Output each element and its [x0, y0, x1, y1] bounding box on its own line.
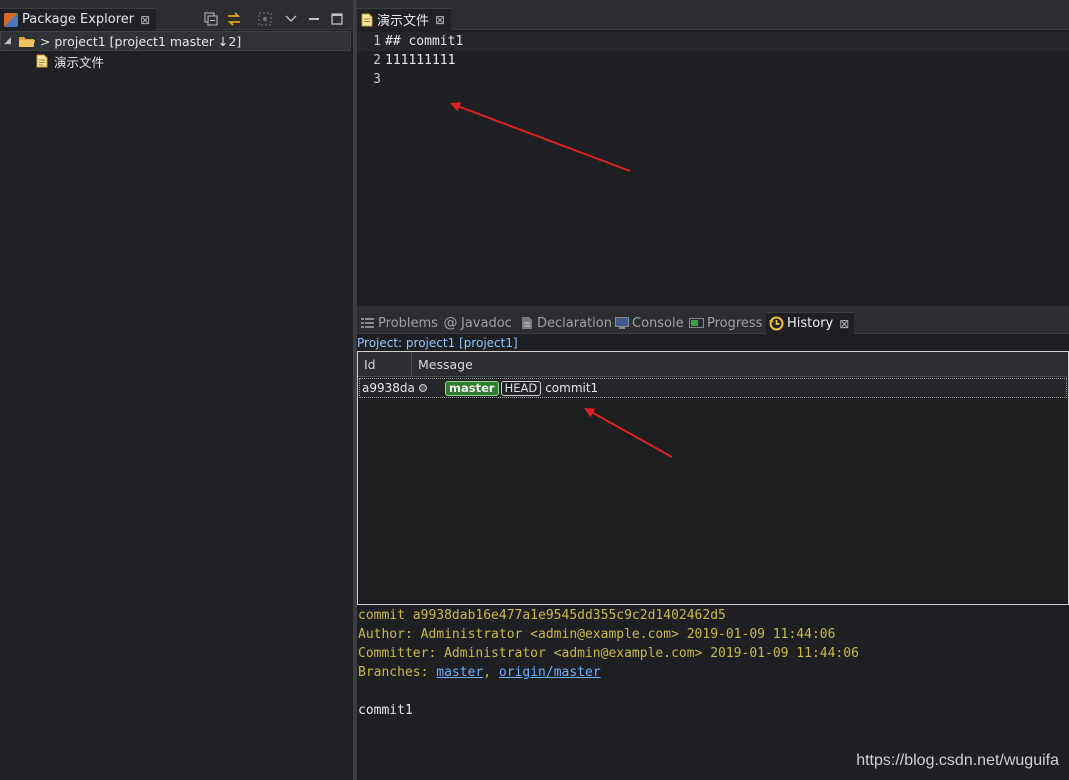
- line-text: 111111111: [385, 53, 456, 68]
- commit-message: commit1: [545, 381, 599, 395]
- project-label: > project1 [project1 master ↓2]: [39, 33, 242, 49]
- branch-separator: ,: [483, 665, 499, 680]
- tab-declaration[interactable]: Declaration: [519, 312, 612, 334]
- bottom-tabbar: Problems @ Javadoc Declaration Console P…: [357, 310, 1069, 334]
- tab-progress[interactable]: Progress: [689, 312, 762, 334]
- tab-label: 演示文件: [377, 14, 430, 29]
- commit-id: a9938da: [362, 381, 415, 395]
- text-file-icon: [361, 13, 373, 27]
- tree-item-file[interactable]: 演示文件: [0, 51, 351, 71]
- detail-commit-hash: commit a9938dab16e477a1e9545dd355c9c2d14…: [358, 608, 726, 623]
- bottom-panel: Problems @ Javadoc Declaration Console P…: [357, 310, 1069, 780]
- problems-icon: [360, 316, 375, 331]
- tab-package-explorer[interactable]: Package Explorer ⊠: [0, 8, 157, 30]
- package-explorer-view: Package Explorer ⊠ ◢ > project1 [project…: [0, 0, 353, 780]
- tab-label: Declaration: [537, 315, 612, 331]
- line-number: 3: [373, 72, 381, 87]
- column-header-message[interactable]: Message: [412, 352, 1068, 377]
- history-table[interactable]: Id Message a9938da master HEAD commit1: [357, 351, 1069, 605]
- ref-badge-head: HEAD: [500, 380, 542, 396]
- progress-icon: [689, 316, 704, 331]
- line-number: 2: [373, 53, 381, 68]
- table-row[interactable]: a9938da master HEAD commit1: [359, 378, 1067, 398]
- watermark-text: https://blog.csdn.net/wuguifa: [856, 752, 1059, 769]
- editor-area: 演示文件 ⊠ 1 ## commit1 2 111111111 3: [357, 0, 1069, 306]
- tab-label: Console: [632, 315, 684, 331]
- view-menu-icon[interactable]: [283, 11, 299, 27]
- commit-details: commit a9938dab16e477a1e9545dd355c9c2d14…: [358, 606, 1068, 756]
- branch-link-master[interactable]: master: [436, 665, 483, 680]
- detail-author: Author: Administrator <admin@example.com…: [358, 627, 836, 642]
- tab-editor-file[interactable]: 演示文件 ⊠: [357, 8, 452, 30]
- tab-problems[interactable]: Problems: [360, 312, 438, 334]
- close-icon[interactable]: ⊠: [839, 317, 849, 331]
- branch-badge-master: master: [445, 380, 499, 396]
- line-text: ## commit1: [385, 34, 464, 49]
- file-label: 演示文件: [54, 54, 105, 70]
- column-header-id[interactable]: Id: [358, 352, 412, 377]
- text-file-icon: [36, 54, 48, 68]
- branch-link-origin-master[interactable]: origin/master: [499, 665, 601, 680]
- detail-branches: Branches: master, origin/master: [358, 663, 601, 682]
- tab-label: Package Explorer: [22, 12, 135, 27]
- text-editor[interactable]: 1 ## commit1 2 111111111 3: [357, 31, 1069, 306]
- code-line[interactable]: 2 111111111: [357, 51, 1069, 70]
- declaration-icon: [519, 316, 534, 331]
- link-with-editor-icon[interactable]: [226, 11, 242, 27]
- tab-label: Problems: [378, 315, 438, 331]
- at-icon: @: [443, 315, 458, 331]
- code-line[interactable]: 1 ## commit1: [357, 32, 1069, 51]
- line-number: 1: [373, 34, 381, 49]
- detail-commit-message: commit1: [358, 703, 413, 718]
- branches-label: Branches:: [358, 665, 437, 680]
- focus-icon[interactable]: [257, 11, 273, 27]
- tab-label: History: [787, 316, 834, 331]
- package-explorer-icon: [4, 12, 18, 27]
- expand-arrow-icon[interactable]: ◢: [4, 36, 11, 46]
- history-project-label: Project: project1 [project1]: [357, 335, 518, 350]
- tab-javadoc[interactable]: @ Javadoc: [443, 312, 512, 334]
- commit-graph-node-icon: [419, 384, 427, 392]
- tab-history[interactable]: History ⊠: [766, 312, 855, 334]
- maximize-icon[interactable]: [329, 11, 345, 27]
- editor-tabbar: 演示文件 ⊠: [357, 0, 1069, 30]
- project-folder-icon: [18, 34, 36, 48]
- minimize-icon[interactable]: [306, 11, 322, 27]
- tree-item-project1[interactable]: ◢ > project1 [project1 master ↓2]: [0, 31, 351, 51]
- console-icon: [614, 316, 629, 331]
- history-icon: [769, 316, 784, 331]
- tab-label: Progress: [707, 315, 763, 331]
- tab-label: Javadoc: [461, 315, 512, 331]
- collapse-all-icon[interactable]: [203, 11, 219, 27]
- detail-committer: Committer: Administrator <admin@example.…: [358, 646, 859, 661]
- tab-console[interactable]: Console: [614, 312, 684, 334]
- close-icon[interactable]: ⊠: [140, 13, 150, 27]
- package-explorer-toolbar: Package Explorer ⊠: [0, 0, 353, 30]
- close-icon[interactable]: ⊠: [435, 13, 445, 27]
- code-line[interactable]: 3: [357, 70, 1069, 89]
